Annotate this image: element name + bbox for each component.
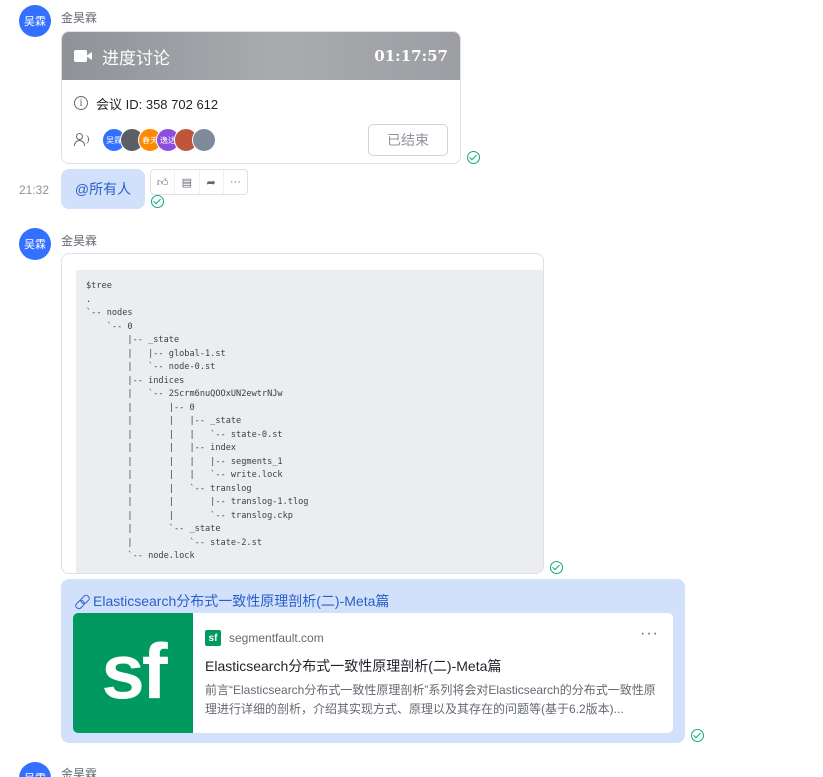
- mention-bubble[interactable]: @所有人: [61, 169, 145, 209]
- site-row: sf segmentfault.com: [205, 630, 324, 646]
- participants-row: 吴霖 春天 逸达 已结束: [62, 124, 460, 156]
- message-time: 21:32: [19, 183, 50, 197]
- read-receipt-icon[interactable]: [691, 729, 704, 742]
- meeting-duration: 01:17:57: [374, 47, 448, 65]
- info-icon: i: [74, 96, 88, 110]
- more-options-icon[interactable]: ···: [640, 625, 659, 643]
- code-block: $tree . `-- nodes `-- 0 |-- _state | |--…: [76, 270, 543, 573]
- more-icon[interactable]: ···: [224, 170, 247, 194]
- participants-icon: [74, 133, 90, 147]
- meeting-title: 进度讨论: [102, 48, 170, 68]
- avatar[interactable]: 吴霖: [19, 5, 51, 37]
- site-favicon-icon: sf: [205, 630, 221, 646]
- participant-avatar[interactable]: [192, 128, 216, 152]
- link-title-text[interactable]: Elasticsearch分布式一致性原理剖析(二)-Meta篇: [93, 591, 389, 611]
- link-icon: [75, 595, 88, 608]
- forward-icon[interactable]: ➦: [200, 170, 224, 194]
- sender-name: 金昊霖: [61, 767, 98, 777]
- read-receipt-icon[interactable]: [151, 195, 164, 208]
- meeting-card[interactable]: 进度讨论 01:17:57 i 会议 ID: 358 702 612 吴霖 春天逸…: [61, 31, 461, 164]
- reply-icon[interactable]: ▤: [175, 170, 200, 194]
- avatar[interactable]: 吴霖: [19, 762, 51, 777]
- read-receipt-icon[interactable]: [550, 561, 563, 574]
- preview-title[interactable]: Elasticsearch分布式一致性原理剖析(二)-Meta篇: [205, 656, 501, 676]
- link-title[interactable]: Elasticsearch分布式一致性原理剖析(二)-Meta篇: [75, 591, 389, 611]
- read-receipt-icon[interactable]: [467, 151, 480, 164]
- participant-avatars[interactable]: 吴霖 春天 逸达: [102, 128, 216, 152]
- segmentfault-logo: sf: [73, 613, 193, 733]
- meeting-ended-button[interactable]: 已结束: [368, 124, 448, 156]
- thumbs-up-icon[interactable]: 👍︎: [151, 170, 176, 194]
- link-preview-card[interactable]: sf sf segmentfault.com ··· Elasticsearch…: [73, 613, 673, 733]
- link-message-bubble: Elasticsearch分布式一致性原理剖析(二)-Meta篇 sf sf s…: [61, 579, 685, 743]
- avatar[interactable]: 吴霖: [19, 228, 51, 260]
- meeting-header: 进度讨论 01:17:57: [62, 32, 460, 80]
- site-domain: segmentfault.com: [229, 631, 324, 645]
- code-text: $tree . `-- nodes `-- 0 |-- _state | |--…: [86, 281, 309, 561]
- meeting-id: 会议 ID: 358 702 612: [96, 96, 219, 112]
- code-block-card[interactable]: $tree . `-- nodes `-- 0 |-- _state | |--…: [61, 253, 544, 574]
- sender-name: 金昊霖: [61, 234, 98, 248]
- video-camera-icon: [74, 49, 94, 63]
- message-action-bar: 👍︎ ▤ ➦ ···: [150, 169, 248, 195]
- meeting-id-row: i 会议 ID: 358 702 612: [62, 80, 460, 124]
- sender-name: 金昊霖: [61, 11, 98, 25]
- preview-description: 前言“Elasticsearch分布式一致性原理剖析”系列将会对Elastics…: [205, 683, 656, 716]
